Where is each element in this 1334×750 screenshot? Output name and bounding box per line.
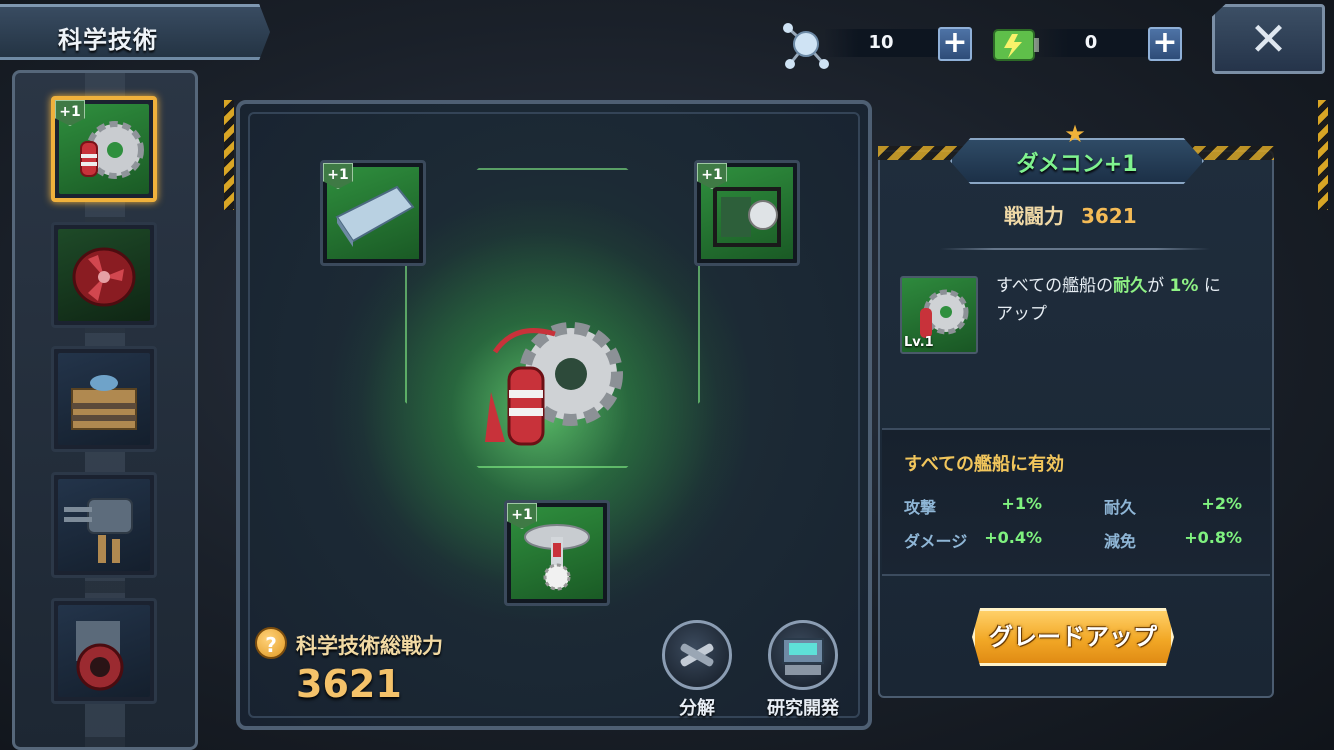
total-power-value: 3621 [296, 662, 402, 706]
tech-level-icon: Lv.1 [900, 276, 978, 354]
disassemble-icon [662, 620, 732, 690]
sidebar-item-armor-block[interactable] [51, 346, 157, 452]
total-power-label: 科学技術総戦力 [296, 634, 443, 658]
combat-power-label: 戦闘力 [1004, 204, 1064, 228]
crystal-count: 10 [868, 32, 894, 53]
turret-icon [64, 498, 133, 563]
crystal-count-field: 10 [824, 29, 938, 57]
propeller-icon [72, 247, 136, 307]
slot-background [58, 353, 150, 445]
bonus-name-attack: 攻撃 [904, 498, 937, 517]
research-label: 研究開発 [767, 698, 839, 719]
close-icon: ✕ [1249, 12, 1288, 66]
damage-control-main-icon [485, 322, 623, 446]
bonus-value-attack: +1% [1001, 494, 1042, 513]
combat-power-value: 3621 [1080, 204, 1137, 228]
bonus-name-reduction: 減免 [1104, 532, 1137, 551]
slot-background [58, 479, 150, 571]
upgrade-label: グレードアップ [989, 623, 1157, 651]
desc-prefix: すべての艦船の [996, 276, 1114, 296]
add-energy-button[interactable]: + [1148, 27, 1182, 61]
bonus-value-durability: +2% [1201, 494, 1242, 513]
close-button[interactable]: ✕ [1212, 4, 1325, 74]
tech-node-hull-plate[interactable]: +1 [320, 160, 426, 266]
tech-name: ダメコン+1 [1016, 152, 1138, 177]
level-label: Lv.1 [904, 335, 934, 350]
combat-power-row: 戦闘力 3621 [1004, 200, 1137, 229]
bonus-name-durability: 耐久 [1104, 498, 1137, 517]
divider [940, 248, 1210, 250]
sidebar-item-damage-control[interactable]: +1 [51, 96, 157, 202]
tech-node-pump[interactable]: +1 [694, 160, 800, 266]
desc-stat: 耐久 [1113, 276, 1148, 296]
desc-mid: が [1147, 276, 1165, 296]
bonus-value-reduction: +0.8% [1184, 528, 1242, 547]
resource-energy: 0 + [990, 20, 1190, 66]
disassemble-label: 分解 [679, 698, 715, 719]
star-icon: ★ [1064, 120, 1086, 148]
disassemble-button[interactable]: 分解 [652, 620, 742, 720]
armor-block-icon [71, 375, 137, 430]
tech-description: すべての艦船の耐久が 1% に アップ [996, 272, 1266, 328]
desc-value: 1% [1169, 276, 1199, 296]
slot-background [58, 229, 150, 321]
engine-icon [76, 621, 124, 691]
desc-suffix: に [1203, 276, 1221, 296]
energy-count-field: 0 [1034, 29, 1148, 57]
slot-background [58, 605, 150, 697]
upgrade-button[interactable]: グレードアップ [972, 608, 1174, 666]
resource-crystal: 10 + [780, 20, 980, 69]
hazard-stripe-right [1318, 100, 1328, 210]
title-tab: 科学技術 [0, 4, 270, 60]
page-title: 科学技術 [58, 26, 158, 54]
bonus-title: すべての艦船に有効 [904, 454, 1065, 475]
energy-count: 0 [1084, 32, 1098, 53]
research-lab-icon [768, 620, 838, 690]
sidebar-item-turret[interactable] [51, 472, 157, 578]
tech-node-sprinkler[interactable]: +1 [504, 500, 610, 606]
sidebar-item-propeller[interactable] [51, 222, 157, 328]
research-button[interactable]: 研究開発 [758, 620, 848, 720]
desc-line2: アップ [996, 304, 1047, 324]
add-crystal-button[interactable]: + [938, 27, 972, 61]
sidebar-item-engine[interactable] [51, 598, 157, 704]
bonus-name-damage: ダメージ [904, 532, 968, 551]
hazard-stripe-left [224, 100, 234, 210]
bonus-value-damage: +0.4% [984, 528, 1042, 547]
help-icon[interactable]: ? [255, 627, 287, 659]
